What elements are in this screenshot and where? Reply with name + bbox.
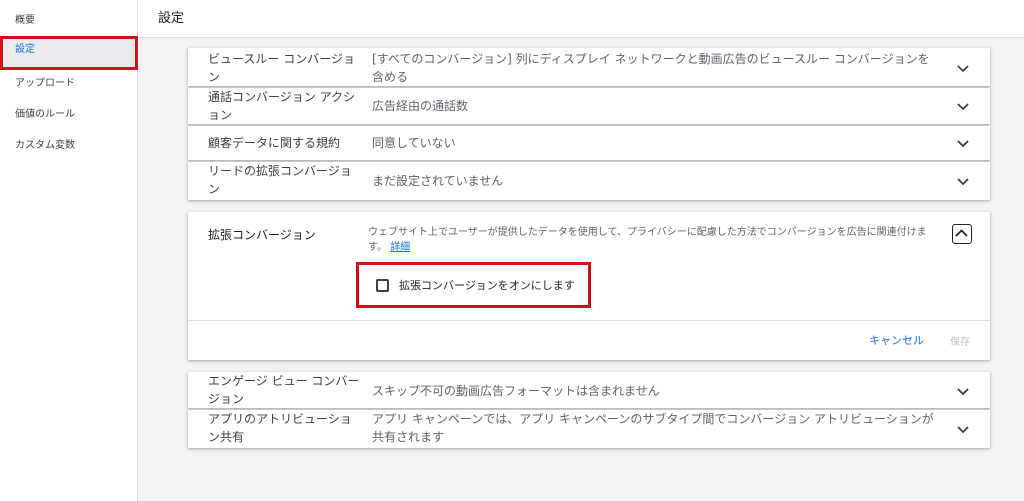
setting-row-app-attribution[interactable]: アプリのアトリビューション共有 アプリ キャンペーンでは、アプリ キャンペーンの…	[188, 410, 990, 448]
sidebar-item-label: 設定	[15, 44, 35, 55]
cancel-button[interactable]: キャンセル	[869, 332, 924, 348]
setting-panel-enhanced-conversions: 拡張コンバージョン ウェブサイト上でユーザーが提供したデータを使用して、プライバ…	[188, 212, 990, 360]
chevron-down-icon[interactable]	[956, 174, 970, 188]
setting-value: 同意していない	[372, 136, 456, 150]
sidebar-item-label: 価値のルール	[15, 109, 75, 120]
sidebar-item-settings[interactable]: 設定	[0, 36, 138, 70]
learn-more-link[interactable]: 詳細	[390, 242, 410, 253]
setting-description: ウェブサイト上でユーザーが提供したデータを使用して、プライバシーに配慮した方法で…	[368, 225, 940, 255]
chevron-down-icon[interactable]	[956, 422, 970, 436]
checkbox-highlight: 拡張コンバージョンをオンにします	[356, 262, 591, 308]
divider	[188, 320, 990, 321]
setting-label: リードの拡張コンバージョン	[208, 164, 352, 196]
sidebar-item-label: アップロード	[15, 78, 75, 89]
chevron-up-icon[interactable]	[952, 224, 972, 244]
setting-value: まだ設定されていません	[372, 174, 504, 188]
chevron-down-icon[interactable]	[956, 99, 970, 113]
sidebar-item-upload[interactable]: アップロード	[0, 70, 138, 98]
setting-row-view-through[interactable]: ビュースルー コンバージョン [すべてのコンバージョン] 列にディスプレイ ネッ…	[188, 48, 990, 86]
setting-label: 拡張コンバージョン	[208, 228, 316, 242]
chevron-down-icon[interactable]	[956, 136, 970, 150]
sidebar-item-label: 概要	[15, 15, 35, 26]
setting-row-enhanced-leads[interactable]: リードの拡張コンバージョン まだ設定されていません	[188, 162, 990, 200]
setting-row-call-conversion[interactable]: 通話コンバージョン アクション 広告経由の通話数	[188, 88, 990, 124]
setting-label: 顧客データに関する規約	[208, 136, 341, 150]
setting-value: アプリ キャンペーンでは、アプリ キャンペーンのサブタイプ間でコンバージョン ア…	[372, 412, 934, 444]
sidebar-item-overview[interactable]: 概要	[0, 7, 138, 35]
enhanced-conversions-checkbox[interactable]	[376, 279, 389, 292]
setting-value: 広告経由の通話数	[372, 99, 469, 113]
page-title: 設定	[158, 11, 185, 26]
setting-label: ビュースルー コンバージョン	[208, 52, 355, 84]
sidebar: 概要 設定 アップロード 価値のルール カスタム変数	[0, 0, 138, 501]
setting-value: スキップ不可の動画広告フォーマットは含まれません	[372, 384, 660, 398]
sidebar-item-label: カスタム変数	[15, 140, 75, 151]
setting-label: エンゲージ ビュー コンバージョン	[208, 374, 360, 406]
setting-row-engaged-view[interactable]: エンゲージ ビュー コンバージョン スキップ不可の動画広告フォーマットは含まれま…	[188, 372, 990, 408]
checkbox-label[interactable]: 拡張コンバージョンをオンにします	[399, 277, 575, 293]
description-text: ウェブサイト上でユーザーが提供したデータを使用して、プライバシーに配慮した方法で…	[368, 227, 927, 253]
chevron-down-icon[interactable]	[956, 384, 970, 398]
top-bar: 設定	[138, 0, 1024, 38]
setting-value: [すべてのコンバージョン] 列にディスプレイ ネットワークと動画広告のビュースル…	[372, 52, 930, 84]
setting-row-customer-data-terms[interactable]: 顧客データに関する規約 同意していない	[188, 126, 990, 160]
sidebar-item-value-rules[interactable]: 価値のルール	[0, 101, 138, 129]
setting-label: 通話コンバージョン アクション	[208, 90, 355, 122]
sidebar-item-custom-variables[interactable]: カスタム変数	[0, 132, 138, 160]
save-button[interactable]: 保存	[950, 333, 970, 348]
setting-label: アプリのアトリビューション共有	[208, 412, 352, 444]
chevron-down-icon[interactable]	[956, 61, 970, 75]
